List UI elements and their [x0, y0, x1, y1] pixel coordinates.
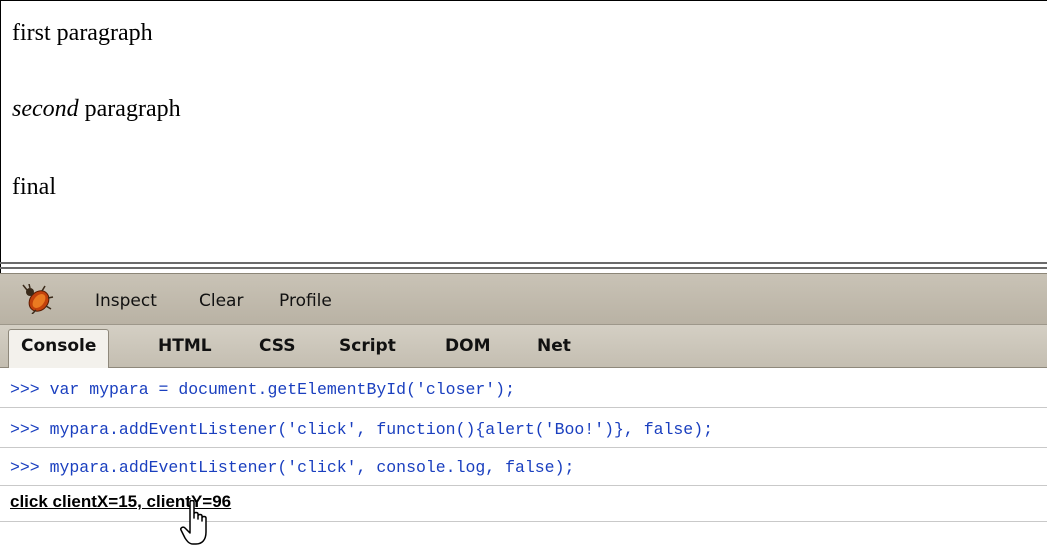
- clear-button[interactable]: Clear: [199, 291, 243, 311]
- panel-divider[interactable]: [0, 262, 1047, 264]
- tab-css[interactable]: CSS: [259, 330, 296, 363]
- tab-console[interactable]: Console: [8, 329, 110, 369]
- console-command-line[interactable]: >>> mypara.addEventListener('click', con…: [0, 450, 1047, 486]
- profile-button[interactable]: Profile: [279, 291, 332, 311]
- firebug-tab-bar: Console HTML CSS Script DOM Net: [0, 324, 1047, 369]
- page-content: first paragraph second paragraph final: [0, 0, 1047, 262]
- final-paragraph[interactable]: final: [12, 174, 56, 201]
- tab-dom[interactable]: DOM: [445, 330, 490, 363]
- tab-net[interactable]: Net: [537, 330, 571, 363]
- inspect-button[interactable]: Inspect: [95, 291, 157, 311]
- console-command-line[interactable]: >>> var mypara = document.getElementById…: [0, 372, 1047, 408]
- hand-pointer-icon: [180, 500, 207, 545]
- tab-script[interactable]: Script: [339, 330, 396, 363]
- firebug-toolbar: Inspect Clear Profile: [0, 273, 1047, 324]
- panel-divider-lower[interactable]: [0, 267, 1047, 269]
- firebug-icon[interactable]: [22, 284, 54, 314]
- console-divider: [0, 521, 1047, 522]
- second-paragraph[interactable]: second paragraph: [12, 96, 181, 123]
- console-panel: >>> var mypara = document.getElementById…: [0, 368, 1047, 552]
- tab-html[interactable]: HTML: [158, 330, 212, 363]
- first-paragraph[interactable]: first paragraph: [12, 20, 153, 47]
- console-command-line[interactable]: >>> mypara.addEventListener('click', fun…: [0, 412, 1047, 448]
